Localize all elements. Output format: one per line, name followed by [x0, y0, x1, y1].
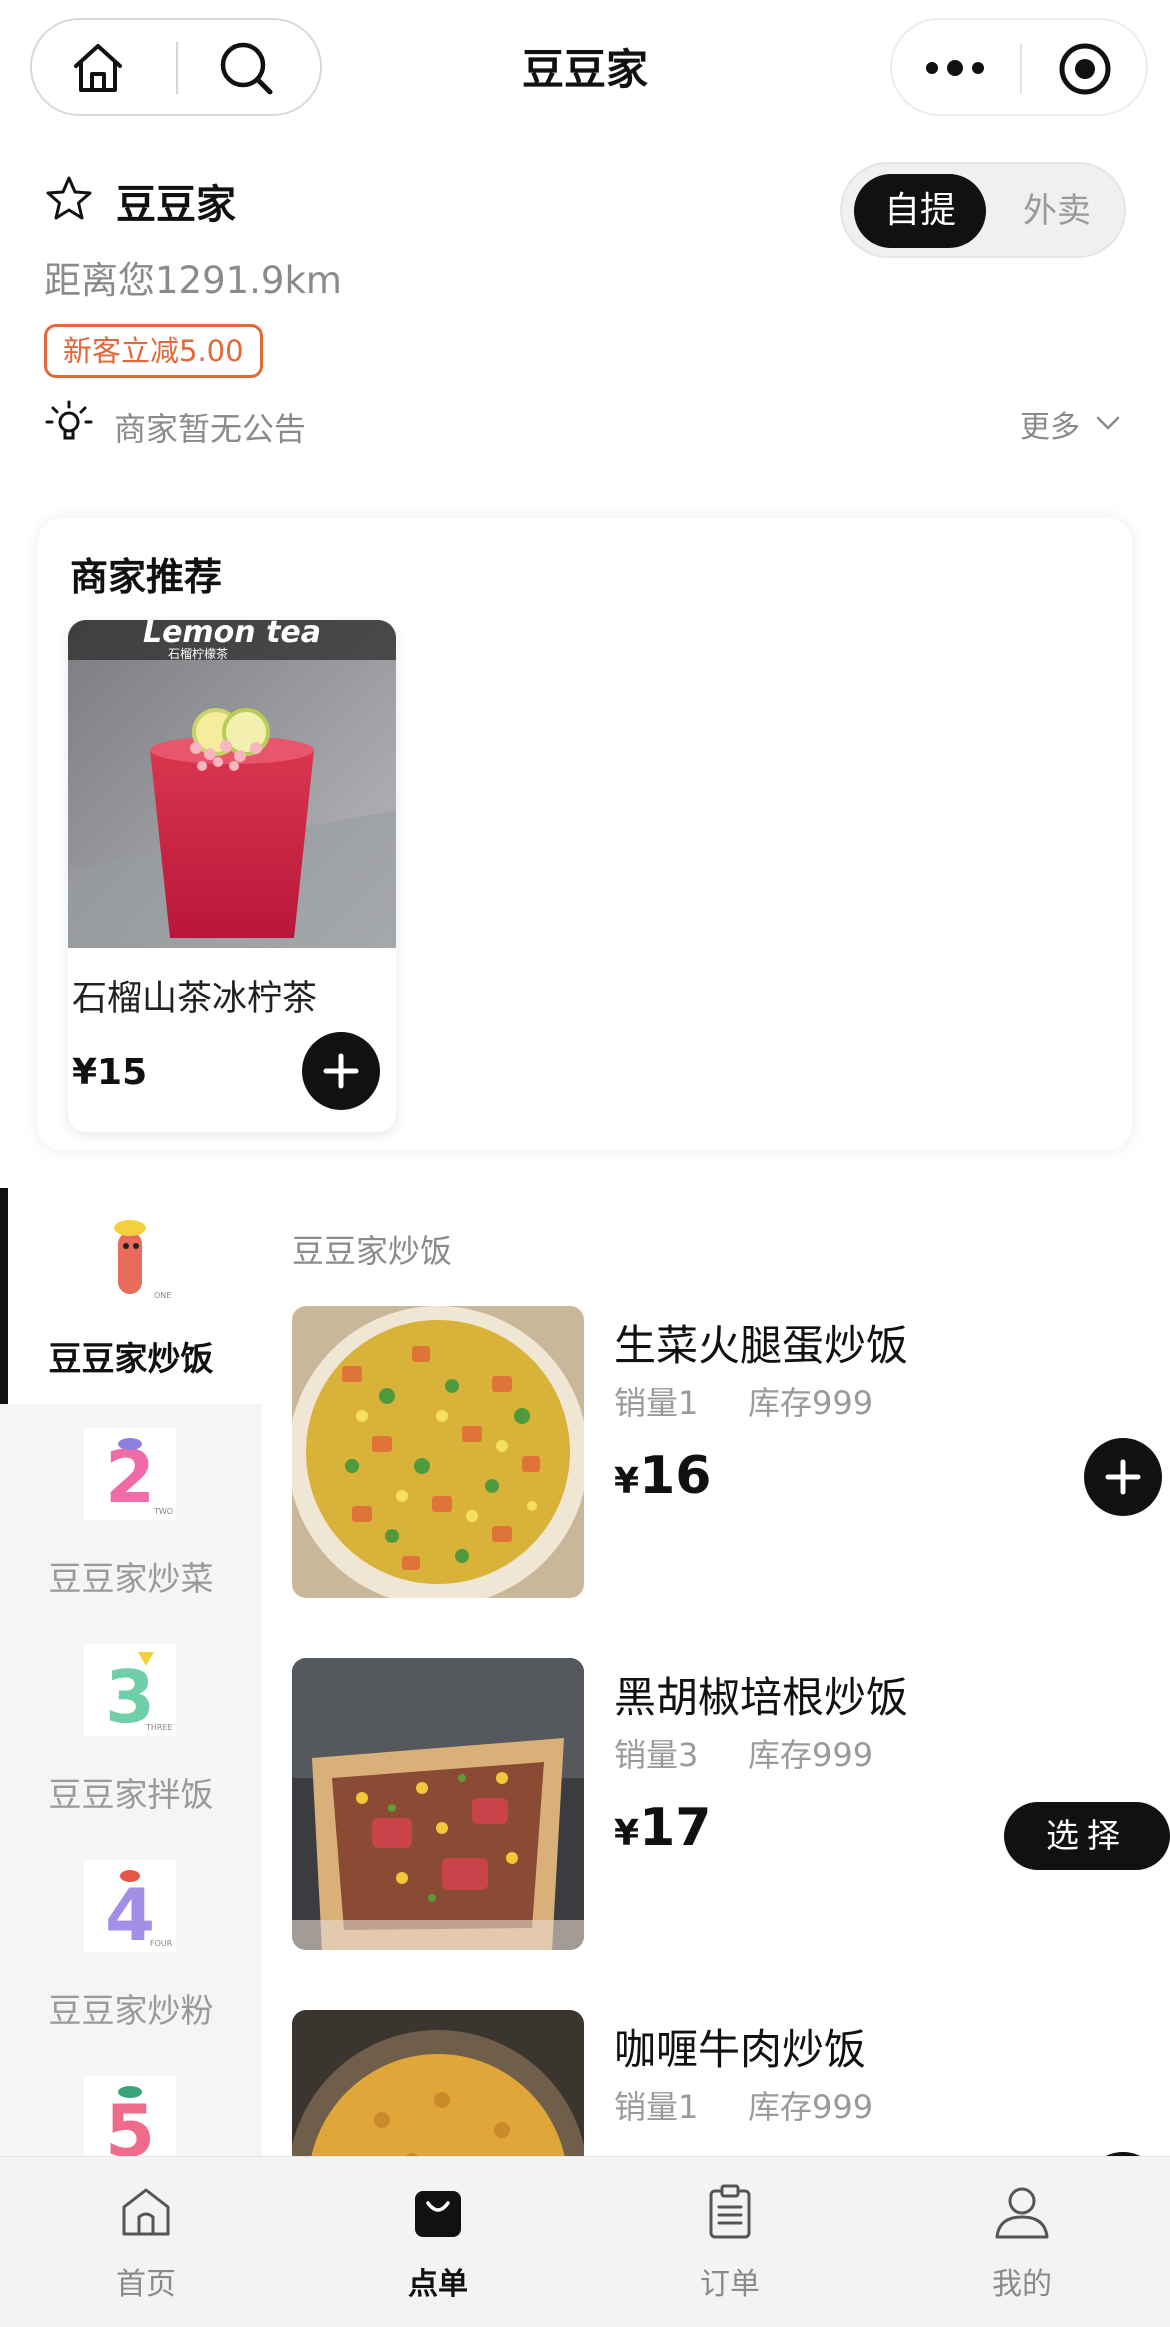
- plus-icon: [323, 1053, 359, 1089]
- tab-order-menu[interactable]: 点单: [292, 2157, 584, 2327]
- shop-notice: 商家暂无公告: [114, 410, 307, 448]
- add-to-cart-button[interactable]: [302, 1032, 380, 1110]
- chevron-down-icon[interactable]: [1094, 412, 1122, 434]
- category-mascot-icon: ONE: [84, 1212, 176, 1304]
- category-sidebar: ONE 豆豆家炒饭 2 TWO 豆豆家炒菜 3 THREE 豆豆家拌饭 4 FOUR …: [0, 1188, 262, 2156]
- home-icon: [117, 2183, 175, 2241]
- recommend-item[interactable]: Lemon tea 石榴柠檬茶 石榴山茶冰柠茶 ¥15: [68, 620, 396, 1132]
- product-name: 石榴山茶冰柠茶: [72, 979, 318, 1019]
- product-stock: 库存999: [748, 1384, 874, 1422]
- user-icon: [993, 2183, 1051, 2241]
- notice-more-link[interactable]: 更多: [1020, 402, 1080, 446]
- category-item-fried-noodles[interactable]: 4 FOUR 豆豆家炒粉: [0, 1836, 262, 2052]
- search-icon[interactable]: [216, 38, 276, 98]
- favorite-star-icon[interactable]: [44, 174, 94, 224]
- category-mascot-icon: 4 FOUR: [84, 1860, 176, 1957]
- product-name: 黑胡椒培根炒饭: [614, 1673, 909, 1722]
- category-label: 豆豆家炒菜: [48, 1559, 214, 1598]
- tab-label: 订单: [700, 2267, 760, 2302]
- category-item-5[interactable]: 5: [0, 2052, 262, 2156]
- category-label: 豆豆家拌饭: [48, 1775, 214, 1814]
- mode-pickup-button[interactable]: 自提: [854, 174, 986, 248]
- shop-distance: 距离您1291.9km: [44, 259, 342, 302]
- clipboard-icon: [701, 2183, 759, 2241]
- tab-label: 我的: [992, 2267, 1052, 2302]
- nav-capsule-left: [30, 18, 322, 116]
- shopping-bag-icon: [409, 2183, 467, 2241]
- coupon-badge: 新客立减5.00: [44, 324, 263, 378]
- product-stock: 库存999: [748, 2088, 874, 2126]
- product-sales: 销量1: [614, 1384, 699, 1422]
- product-image: [292, 1658, 584, 1950]
- svg-text:TWO: TWO: [153, 1507, 173, 1516]
- product-price: ¥16: [614, 1446, 712, 1506]
- product-item[interactable]: 黑胡椒培根炒饭 销量3 库存999 ¥17 选择: [292, 1658, 1170, 1958]
- section-title: 豆豆家炒饭: [292, 1232, 453, 1270]
- plus-icon: [1105, 1459, 1141, 1495]
- product-item[interactable]: 生菜火腿蛋炒饭 销量1 库存999 ¥16: [292, 1306, 1162, 1606]
- tab-orders[interactable]: 订单: [584, 2157, 876, 2327]
- product-name: 生菜火腿蛋炒饭: [614, 1321, 909, 1370]
- product-sales: 销量1: [614, 2088, 699, 2126]
- page-title: 豆豆家: [521, 45, 648, 94]
- category-mascot-icon: 3 THREE: [84, 1644, 176, 1739]
- navigation-bar: 豆豆家: [0, 0, 1170, 132]
- svg-text:4: 4: [105, 1873, 155, 1952]
- product-sales: 销量3: [614, 1736, 699, 1774]
- tab-profile[interactable]: 我的: [876, 2157, 1168, 2327]
- pickup-delivery-toggle: 自提 外卖: [840, 162, 1126, 258]
- image-subcaption: 石榴柠檬茶: [168, 646, 228, 661]
- recommend-card: 商家推荐 Lemon tea 石榴柠檬茶 石榴山茶冰柠茶 ¥15: [38, 518, 1132, 1150]
- add-to-cart-button[interactable]: [1084, 1438, 1162, 1516]
- close-miniprogram-icon[interactable]: [1056, 40, 1114, 98]
- category-label: 豆豆家炒粉: [48, 1991, 214, 2030]
- image-caption: Lemon tea: [143, 620, 321, 650]
- capsule-divider: [1020, 44, 1022, 94]
- svg-text:5: 5: [105, 2089, 155, 2156]
- shop-name: 豆豆家: [116, 182, 236, 228]
- tab-home[interactable]: 首页: [0, 2157, 292, 2327]
- product-image: [292, 2010, 584, 2156]
- product-price: ¥15: [72, 1052, 148, 1093]
- capsule-divider: [176, 42, 178, 94]
- svg-text:ONE: ONE: [154, 1291, 171, 1300]
- product-name: 咖喱牛肉炒饭: [614, 2025, 867, 2074]
- tab-label: 点单: [408, 2267, 468, 2302]
- tab-bar: 首页 点单 订单 我的: [0, 2156, 1170, 2327]
- category-item-stir-fry[interactable]: 2 TWO 豆豆家炒菜: [0, 1404, 262, 1620]
- home-icon[interactable]: [68, 38, 128, 98]
- product-image: [292, 1306, 584, 1598]
- nav-capsule-right: [890, 18, 1148, 116]
- product-stock: 库存999: [748, 1736, 874, 1774]
- product-image: Lemon tea 石榴柠檬茶: [68, 620, 396, 948]
- mode-delivery-button[interactable]: 外卖: [1002, 174, 1112, 248]
- recommend-title: 商家推荐: [70, 555, 223, 599]
- product-list: 豆豆家炒饭 生菜火腿蛋炒饭 销量1 库存999 ¥16 黑胡椒培根炒饭 销量3 …: [262, 1188, 1170, 2156]
- category-mascot-icon: 2 TWO: [84, 1428, 176, 1520]
- category-item-fried-rice[interactable]: ONE 豆豆家炒饭: [0, 1188, 262, 1404]
- tab-label: 首页: [116, 2267, 176, 2302]
- svg-text:FOUR: FOUR: [150, 1939, 173, 1948]
- product-item[interactable]: 咖喱牛肉炒饭 销量1 库存999: [292, 2010, 1162, 2156]
- category-item-mixed-rice[interactable]: 3 THREE 豆豆家拌饭: [0, 1620, 262, 1836]
- category-mascot-icon: 5: [84, 2076, 176, 2156]
- lightbulb-icon: [44, 398, 94, 448]
- svg-text:THREE: THREE: [145, 1723, 173, 1732]
- product-price: ¥17: [614, 1798, 712, 1858]
- more-dots-icon[interactable]: [922, 40, 988, 96]
- category-label: 豆豆家炒饭: [48, 1339, 214, 1378]
- select-spec-button[interactable]: 选择: [1004, 1802, 1170, 1870]
